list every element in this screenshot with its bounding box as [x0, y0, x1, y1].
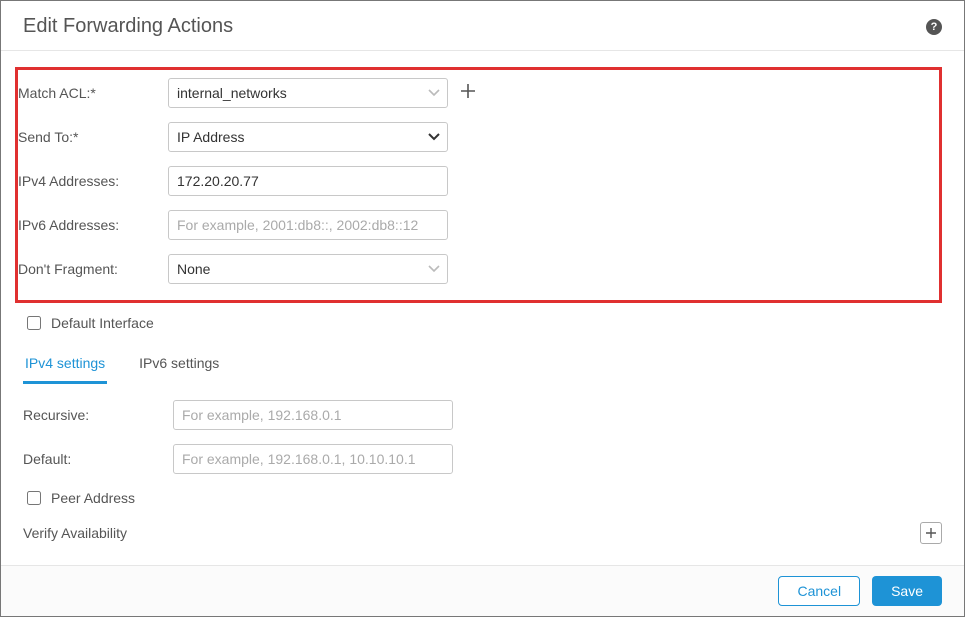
- settings-tabs: IPv4 settings IPv6 settings: [23, 347, 942, 384]
- add-verify-button[interactable]: [920, 522, 942, 544]
- label-ipv4-addresses: IPv4 Addresses:: [18, 173, 168, 189]
- label-ipv6-addresses: IPv6 Addresses:: [18, 217, 168, 233]
- row-match-acl: Match ACL:* internal_networks: [18, 78, 931, 108]
- input-recursive[interactable]: [173, 400, 453, 430]
- checkbox-default-interface[interactable]: [27, 316, 41, 330]
- tab-ipv4-settings[interactable]: IPv4 settings: [23, 347, 107, 384]
- checkbox-peer-address[interactable]: [27, 491, 41, 505]
- tab-ipv6-settings[interactable]: IPv6 settings: [137, 347, 221, 384]
- row-default: Default:: [23, 444, 942, 474]
- select-send-to[interactable]: IP Address: [168, 122, 448, 152]
- select-match-acl[interactable]: internal_networks: [168, 78, 448, 108]
- label-send-to: Send To:*: [18, 129, 168, 145]
- dialog-body[interactable]: Match ACL:* internal_networks Sen: [1, 51, 964, 565]
- input-ipv6-addresses[interactable]: [168, 210, 448, 240]
- select-dont-fragment-value: None: [177, 261, 210, 277]
- dialog-footer: Cancel Save: [1, 565, 964, 616]
- row-verify-availability: Verify Availability: [23, 522, 942, 544]
- select-match-acl-value: internal_networks: [177, 85, 287, 101]
- input-default[interactable]: [173, 444, 453, 474]
- label-recursive: Recursive:: [23, 407, 173, 423]
- row-default-interface: Default Interface: [23, 313, 942, 333]
- row-dont-fragment: Don't Fragment: None: [18, 254, 931, 284]
- cancel-button[interactable]: Cancel: [778, 576, 860, 606]
- row-recursive: Recursive:: [23, 400, 942, 430]
- select-dont-fragment[interactable]: None: [168, 254, 448, 284]
- row-peer-address: Peer Address: [23, 488, 942, 508]
- save-button[interactable]: Save: [872, 576, 942, 606]
- row-ipv6-addresses: IPv6 Addresses:: [18, 210, 931, 240]
- select-send-to-value: IP Address: [177, 129, 244, 145]
- label-default: Default:: [23, 451, 173, 467]
- input-ipv4-addresses[interactable]: [168, 166, 448, 196]
- highlighted-section: Match ACL:* internal_networks Sen: [15, 67, 942, 303]
- label-verify-availability: Verify Availability: [23, 525, 127, 541]
- label-dont-fragment: Don't Fragment:: [18, 261, 168, 277]
- dialog-title: Edit Forwarding Actions: [23, 15, 233, 38]
- help-icon[interactable]: ?: [926, 19, 942, 35]
- row-send-to: Send To:* IP Address: [18, 122, 931, 152]
- titlebar: Edit Forwarding Actions ?: [1, 1, 964, 51]
- add-acl-button[interactable]: [458, 83, 478, 103]
- label-match-acl: Match ACL:*: [18, 85, 168, 101]
- label-peer-address: Peer Address: [51, 490, 135, 506]
- label-default-interface: Default Interface: [51, 315, 154, 331]
- row-ipv4-addresses: IPv4 Addresses:: [18, 166, 931, 196]
- dialog-body-inner: Match ACL:* internal_networks Sen: [1, 51, 964, 560]
- dialog-edit-forwarding-actions: Edit Forwarding Actions ? Match ACL:* in…: [0, 0, 965, 617]
